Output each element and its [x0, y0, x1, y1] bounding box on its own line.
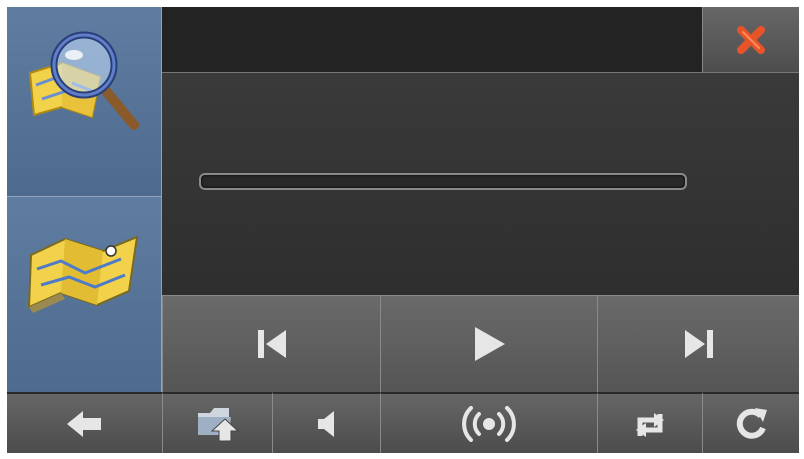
- broadcast-icon: [461, 404, 517, 444]
- broadcast-button[interactable]: [380, 392, 597, 453]
- close-icon: [734, 23, 768, 57]
- volume-icon: [316, 409, 338, 439]
- play-icon: [471, 324, 507, 364]
- map-search-button[interactable]: [7, 7, 162, 197]
- back-button[interactable]: [7, 392, 162, 453]
- content-area: [162, 73, 799, 295]
- refresh-button[interactable]: [702, 392, 799, 453]
- previous-track-icon: [254, 327, 290, 361]
- map-search-icon: [22, 25, 147, 135]
- back-arrow-icon: [65, 409, 105, 439]
- repeat-button[interactable]: [597, 392, 702, 453]
- folder-upload-button[interactable]: [162, 392, 272, 453]
- app-window: [7, 7, 799, 453]
- folder-upload-icon: [195, 405, 241, 443]
- volume-button[interactable]: [272, 392, 380, 453]
- refresh-icon: [731, 404, 771, 444]
- repeat-icon: [630, 404, 670, 444]
- map-button[interactable]: [7, 197, 162, 392]
- previous-track-button[interactable]: [162, 295, 380, 392]
- next-track-button[interactable]: [597, 295, 799, 392]
- title-bar: [162, 7, 702, 73]
- close-button[interactable]: [702, 7, 799, 73]
- next-track-icon: [681, 327, 717, 361]
- play-button[interactable]: [380, 295, 597, 392]
- map-icon: [25, 225, 145, 315]
- progress-bar: [199, 173, 687, 190]
